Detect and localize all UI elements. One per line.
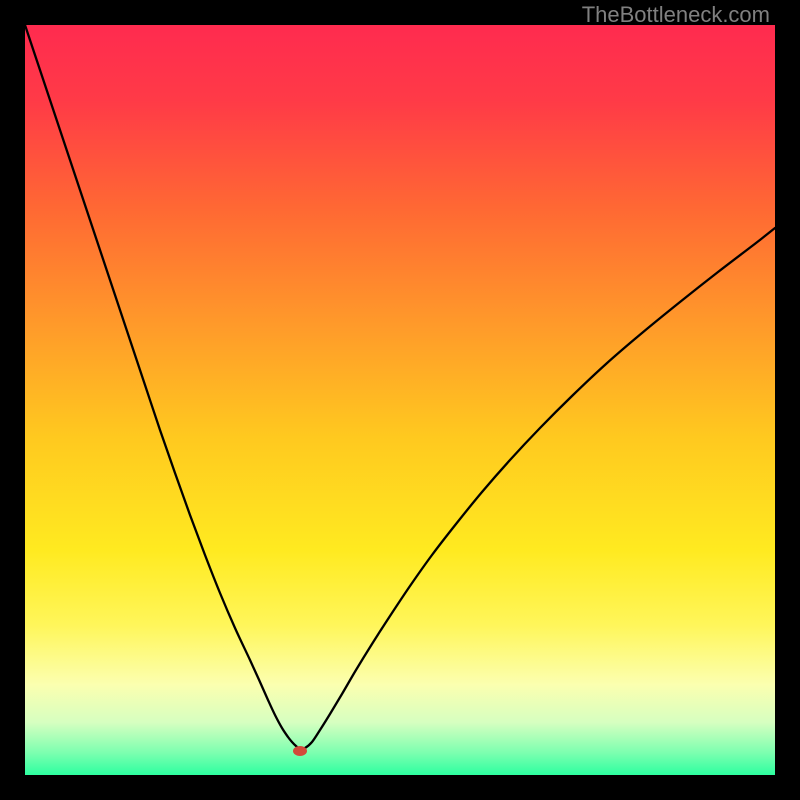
minimum-marker <box>293 746 307 756</box>
gradient-chart <box>0 0 800 800</box>
image-root: TheBottleneck.com <box>0 0 800 800</box>
watermark-text: TheBottleneck.com <box>582 2 770 28</box>
